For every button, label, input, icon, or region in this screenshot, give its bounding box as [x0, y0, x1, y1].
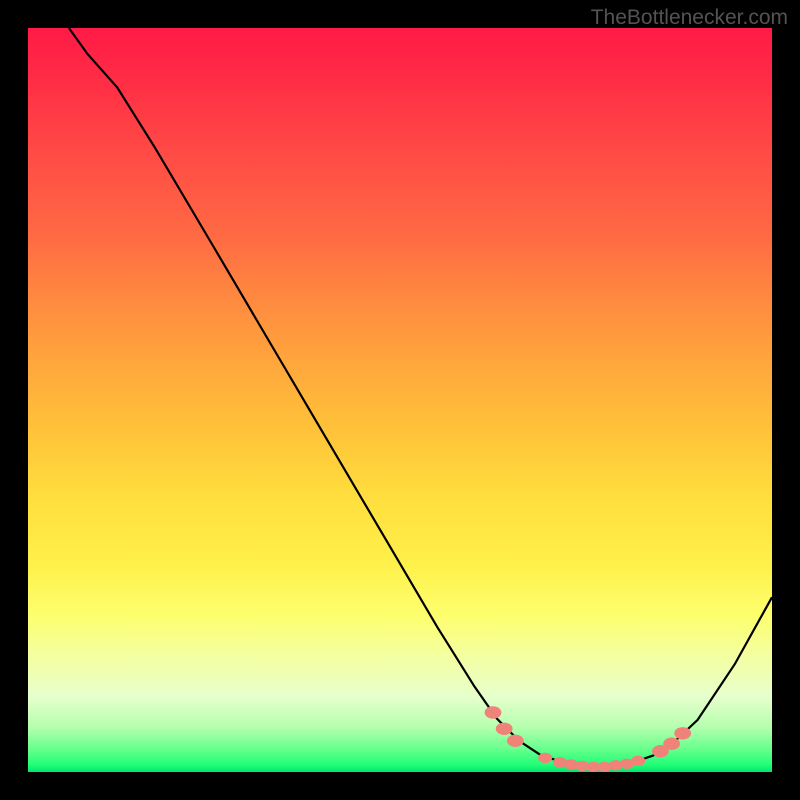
plot-gradient-area: [28, 28, 772, 772]
marker-dot: [663, 738, 680, 750]
marker-dot: [496, 723, 513, 735]
marker-dot: [538, 753, 552, 763]
watermark-text: TheBottlenecker.com: [591, 6, 788, 30]
marker-dot: [674, 727, 691, 739]
marker-dot: [631, 756, 645, 766]
curve-line: [69, 28, 772, 767]
marker-dot: [507, 735, 524, 747]
marker-dot: [485, 706, 502, 718]
marker-group: [485, 706, 691, 772]
plot-svg: [28, 28, 772, 772]
